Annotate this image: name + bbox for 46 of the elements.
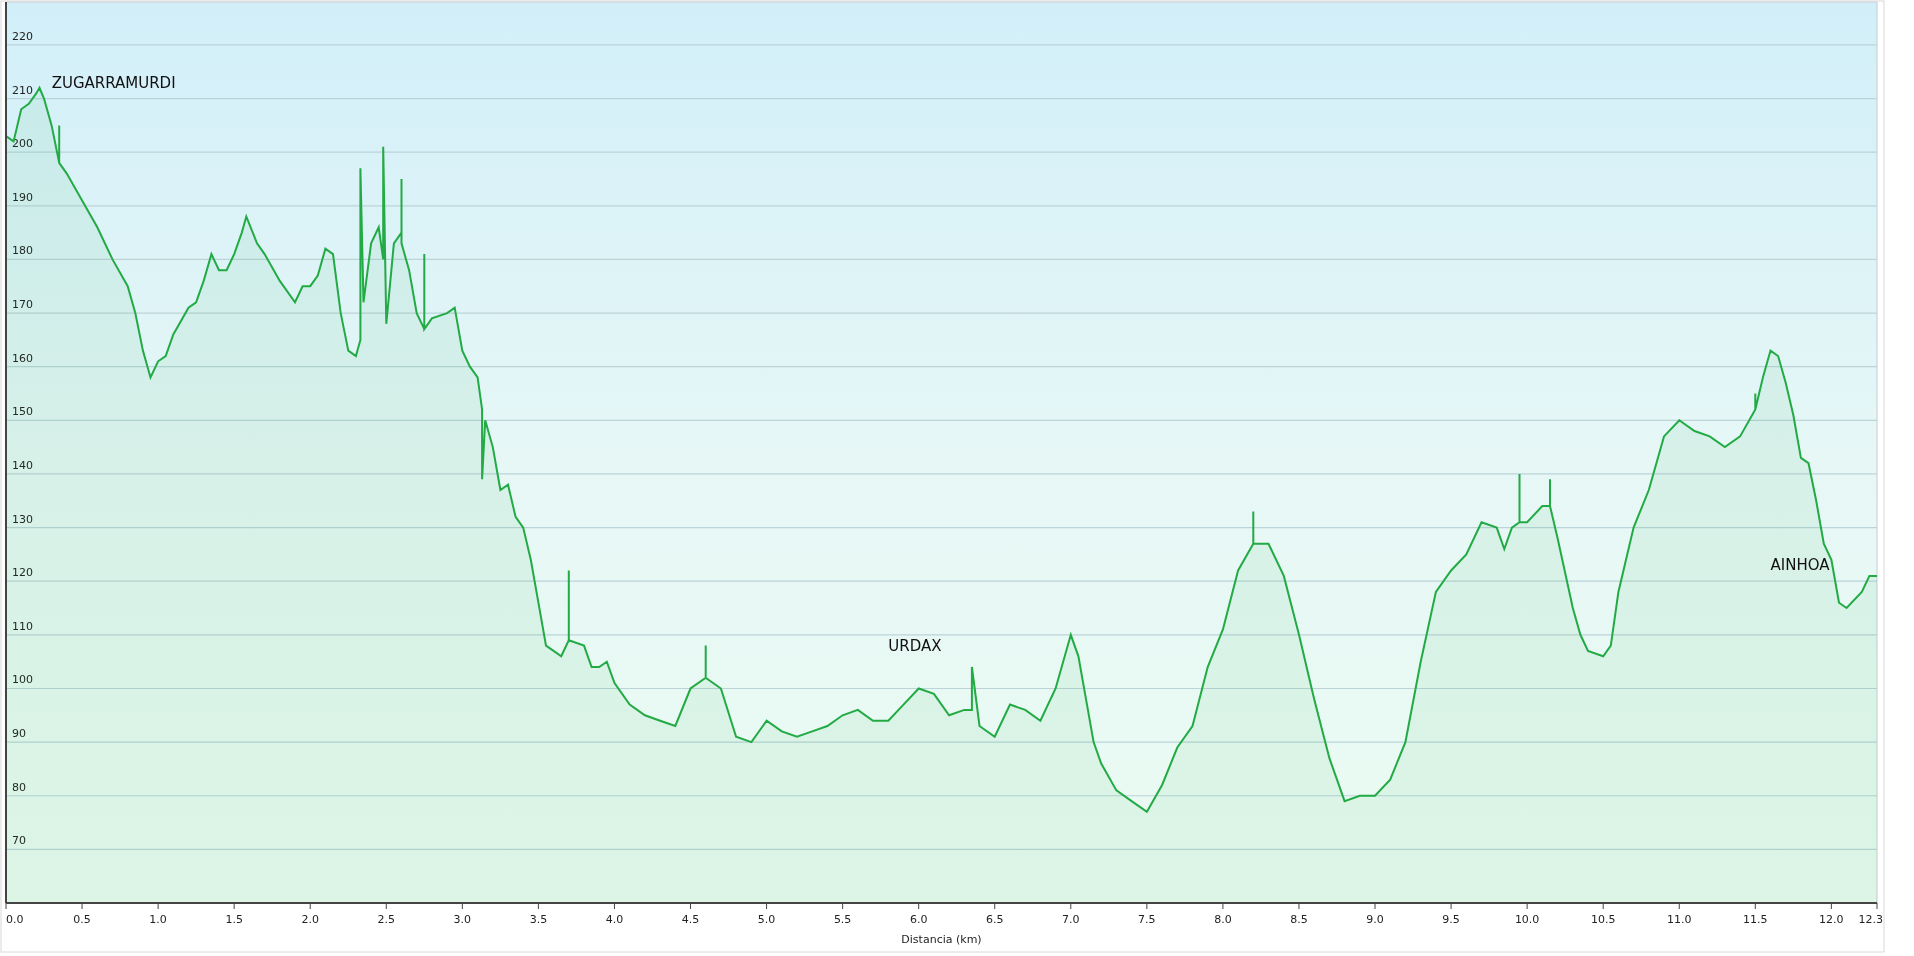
place-label: URDAX <box>888 636 942 655</box>
y-tick-label: 200 <box>12 137 33 151</box>
y-tick-label: 180 <box>12 244 33 258</box>
x-tick-label: 7.5 <box>1138 913 1156 926</box>
x-tick-label: 5.0 <box>757 913 776 926</box>
x-tick-label: 2.0 <box>301 913 319 926</box>
y-tick-label: 220 <box>12 29 33 43</box>
x-tick-label: 11.5 <box>1743 913 1768 926</box>
y-tick-label: 150 <box>12 405 33 419</box>
x-tick-label: 6.5 <box>986 913 1004 926</box>
x-tick-label: 8.5 <box>1290 913 1308 926</box>
x-tick-label: 1.5 <box>225 913 243 926</box>
x-tick-label: 0.0 <box>6 913 24 926</box>
x-tick-label: 3.5 <box>529 913 548 926</box>
y-tick-label: 190 <box>12 190 33 204</box>
x-tick-label: 11.0 <box>1667 913 1692 926</box>
y-tick-label: 90 <box>12 727 26 741</box>
place-label: ZUGARRAMURDI <box>51 73 176 92</box>
x-tick-label: 0.5 <box>73 913 91 926</box>
x-tick-label: 2.5 <box>377 913 396 926</box>
y-tick-label: 70 <box>12 834 26 848</box>
y-tick-label: 210 <box>12 83 33 97</box>
x-tick-label: 6.0 <box>909 913 928 926</box>
x-tick-label: 1.0 <box>149 913 167 926</box>
x-tick-label: 9.0 <box>1366 913 1384 926</box>
x-tick-label: 4.5 <box>681 913 700 926</box>
x-tick-label: 10.5 <box>1590 913 1616 926</box>
x-tick-label: 10.0 <box>1514 913 1540 926</box>
x-tick-label: 12.3 <box>1858 913 1883 926</box>
x-tick-label: 4.0 <box>605 913 624 926</box>
x-tick-label: 7.0 <box>1062 913 1080 926</box>
y-tick-label: 120 <box>12 566 33 580</box>
y-tick-label: 130 <box>12 512 33 526</box>
y-tick-label: 170 <box>12 298 33 312</box>
x-tick-label: 12.0 <box>1819 913 1844 926</box>
y-tick-label: 140 <box>12 458 33 472</box>
y-tick-label: 160 <box>12 351 33 365</box>
x-axis-title: Distancia (km) <box>901 933 982 946</box>
y-tick-label: 80 <box>12 780 26 794</box>
x-tick-label: 5.5 <box>833 913 852 926</box>
x-tick-label: 3.0 <box>453 913 472 926</box>
place-label: AINHOA <box>1770 556 1830 575</box>
x-tick-label: 8.0 <box>1214 913 1232 926</box>
y-tick-label: 110 <box>12 619 33 633</box>
x-tick-label: 9.5 <box>1442 913 1460 926</box>
y-tick-label: 100 <box>12 673 33 687</box>
